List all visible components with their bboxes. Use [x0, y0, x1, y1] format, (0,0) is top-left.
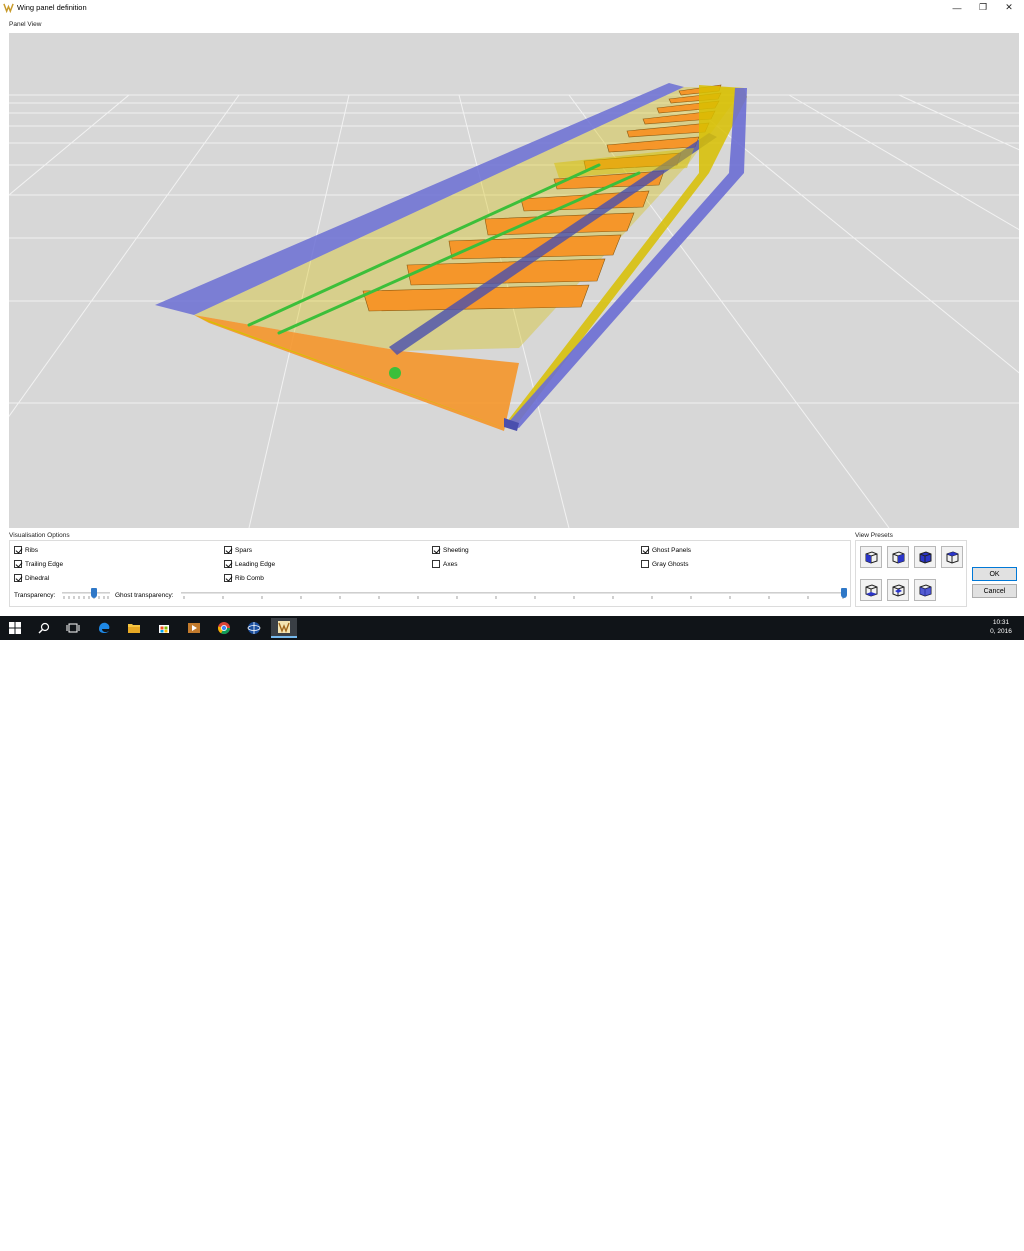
view-preset-iso-button[interactable]	[887, 579, 909, 601]
ghost-transparency-slider-ticks	[183, 596, 844, 599]
task-view-button[interactable]	[60, 618, 86, 638]
gray-ghosts-checkbox-label: Gray Ghosts	[652, 560, 689, 568]
close-button[interactable]: ✕	[996, 0, 1022, 15]
wing-designer-app-button[interactable]	[271, 618, 297, 638]
clock-time: 10:31	[992, 619, 1010, 626]
ghost-panels-checkbox-box[interactable]	[641, 546, 649, 554]
axes-checkbox-label: Axes	[443, 560, 458, 568]
cube-view-back-icon	[919, 584, 932, 597]
trailing-edge-checkbox[interactable]: Trailing Edge	[14, 560, 63, 568]
ribs-checkbox-label: Ribs	[25, 546, 39, 554]
taskbar-clock[interactable]: 10:31 0, 2016	[986, 618, 1016, 636]
cancel-button[interactable]: Cancel	[972, 584, 1017, 598]
ok-button[interactable]: OK	[972, 567, 1017, 581]
leading-edge-checkbox-box[interactable]	[224, 560, 232, 568]
panel-3d-viewport[interactable]	[9, 33, 1019, 528]
dihedral-checkbox-label: Dihedral	[25, 574, 50, 582]
globe-icon	[247, 622, 261, 634]
rib-comb-checkbox[interactable]: Rib Comb	[224, 574, 264, 582]
leading-edge-checkbox[interactable]: Leading Edge	[224, 560, 275, 568]
restore-button[interactable]: ❐	[970, 0, 996, 15]
sheeting-checkbox-label: Sheeting	[443, 546, 469, 554]
visualisation-options-label: Visualisation Options	[9, 532, 70, 539]
ghost-transparency-slider[interactable]	[181, 588, 847, 599]
sheeting-checkbox[interactable]: Sheeting	[432, 546, 469, 554]
cube-view-right-icon	[946, 551, 959, 564]
view-preset-right-button[interactable]	[941, 546, 963, 568]
axes-checkbox-box[interactable]	[432, 560, 440, 568]
title-bar: Wing panel definition — ❐ ✕	[0, 0, 1024, 15]
ribs-checkbox[interactable]: Ribs	[14, 546, 38, 554]
chrome-button[interactable]	[211, 618, 237, 638]
cube-view-solid-icon	[919, 551, 932, 564]
view-preset-front-button[interactable]	[860, 546, 882, 568]
edge-browser-button[interactable]	[91, 618, 117, 638]
transparency-slider-ticks	[63, 596, 109, 599]
leading-edge-checkbox-label: Leading Edge	[235, 560, 276, 568]
media-player-icon	[188, 623, 200, 633]
chrome-icon	[218, 622, 230, 635]
watermark-text: Fasciman | RCportal.sk	[858, 1239, 973, 1251]
ghost-panels-checkbox[interactable]: Ghost Panels	[641, 546, 691, 554]
wing-3d-render	[9, 33, 1019, 528]
file-explorer-button[interactable]	[121, 618, 147, 638]
transparency-label: Transparency:	[14, 592, 56, 599]
wing-panel-window: Wing panel definition — ❐ ✕ Panel View V…	[0, 0, 1024, 616]
media-player-button[interactable]	[181, 618, 207, 638]
dihedral-checkbox[interactable]: Dihedral	[14, 574, 49, 582]
wing-designer-app-icon	[278, 621, 290, 633]
edge-browser-icon	[99, 622, 110, 634]
gray-ghosts-checkbox[interactable]: Gray Ghosts	[641, 560, 688, 568]
cube-view-left-icon	[892, 551, 905, 564]
taskbar: 10:31 0, 2016 Fasciman | RCportal.sk	[0, 616, 1024, 1251]
panel-view-label: Panel View	[9, 21, 42, 28]
view-presets-label: View Presets	[855, 532, 893, 539]
ghost-transparency-label: Ghost transparency:	[115, 592, 174, 599]
minimize-button[interactable]: —	[944, 0, 970, 15]
windows-logo-icon	[9, 622, 21, 634]
window-title: Wing panel definition	[17, 3, 87, 12]
view-preset-top-button[interactable]	[860, 579, 882, 601]
view-preset-solid-button[interactable]	[914, 546, 936, 568]
spars-checkbox[interactable]: Spars	[224, 546, 252, 554]
spars-checkbox-label: Spars	[235, 546, 252, 554]
clock-date: 0, 2016	[990, 628, 1012, 635]
ghost-transparency-slider-track[interactable]	[181, 592, 847, 594]
cube-view-top-icon	[865, 584, 878, 597]
dihedral-checkbox-box[interactable]	[14, 574, 22, 582]
ghost-panels-checkbox-label: Ghost Panels	[652, 546, 692, 554]
rib-comb-checkbox-label: Rib Comb	[235, 574, 264, 582]
transparency-slider-thumb[interactable]	[91, 588, 97, 598]
rib-comb-checkbox-box[interactable]	[224, 574, 232, 582]
globe-app-button[interactable]	[241, 618, 267, 638]
search-button[interactable]	[31, 618, 57, 638]
transparency-slider[interactable]	[62, 588, 110, 599]
store-button[interactable]	[151, 618, 177, 638]
axes-checkbox[interactable]: Axes	[432, 560, 457, 568]
ghost-transparency-slider-thumb[interactable]	[841, 588, 847, 598]
ribs-checkbox-box[interactable]	[14, 546, 22, 554]
view-preset-back-button[interactable]	[914, 579, 936, 601]
store-icon	[159, 625, 169, 633]
view-preset-left-button[interactable]	[887, 546, 909, 568]
start-button[interactable]	[2, 618, 28, 638]
transparency-slider-track[interactable]	[62, 592, 110, 594]
spars-checkbox-box[interactable]	[224, 546, 232, 554]
search-icon	[38, 622, 50, 634]
folder-icon	[128, 624, 140, 633]
cube-view-front-icon	[865, 551, 878, 564]
sheeting-checkbox-box[interactable]	[432, 546, 440, 554]
cube-view-iso-icon	[892, 584, 905, 597]
gray-ghosts-checkbox-box[interactable]	[641, 560, 649, 568]
task-view-icon	[66, 623, 80, 633]
trailing-edge-checkbox-label: Trailing Edge	[25, 560, 64, 568]
trailing-edge-checkbox-box[interactable]	[14, 560, 22, 568]
app-logo-icon	[3, 3, 14, 13]
